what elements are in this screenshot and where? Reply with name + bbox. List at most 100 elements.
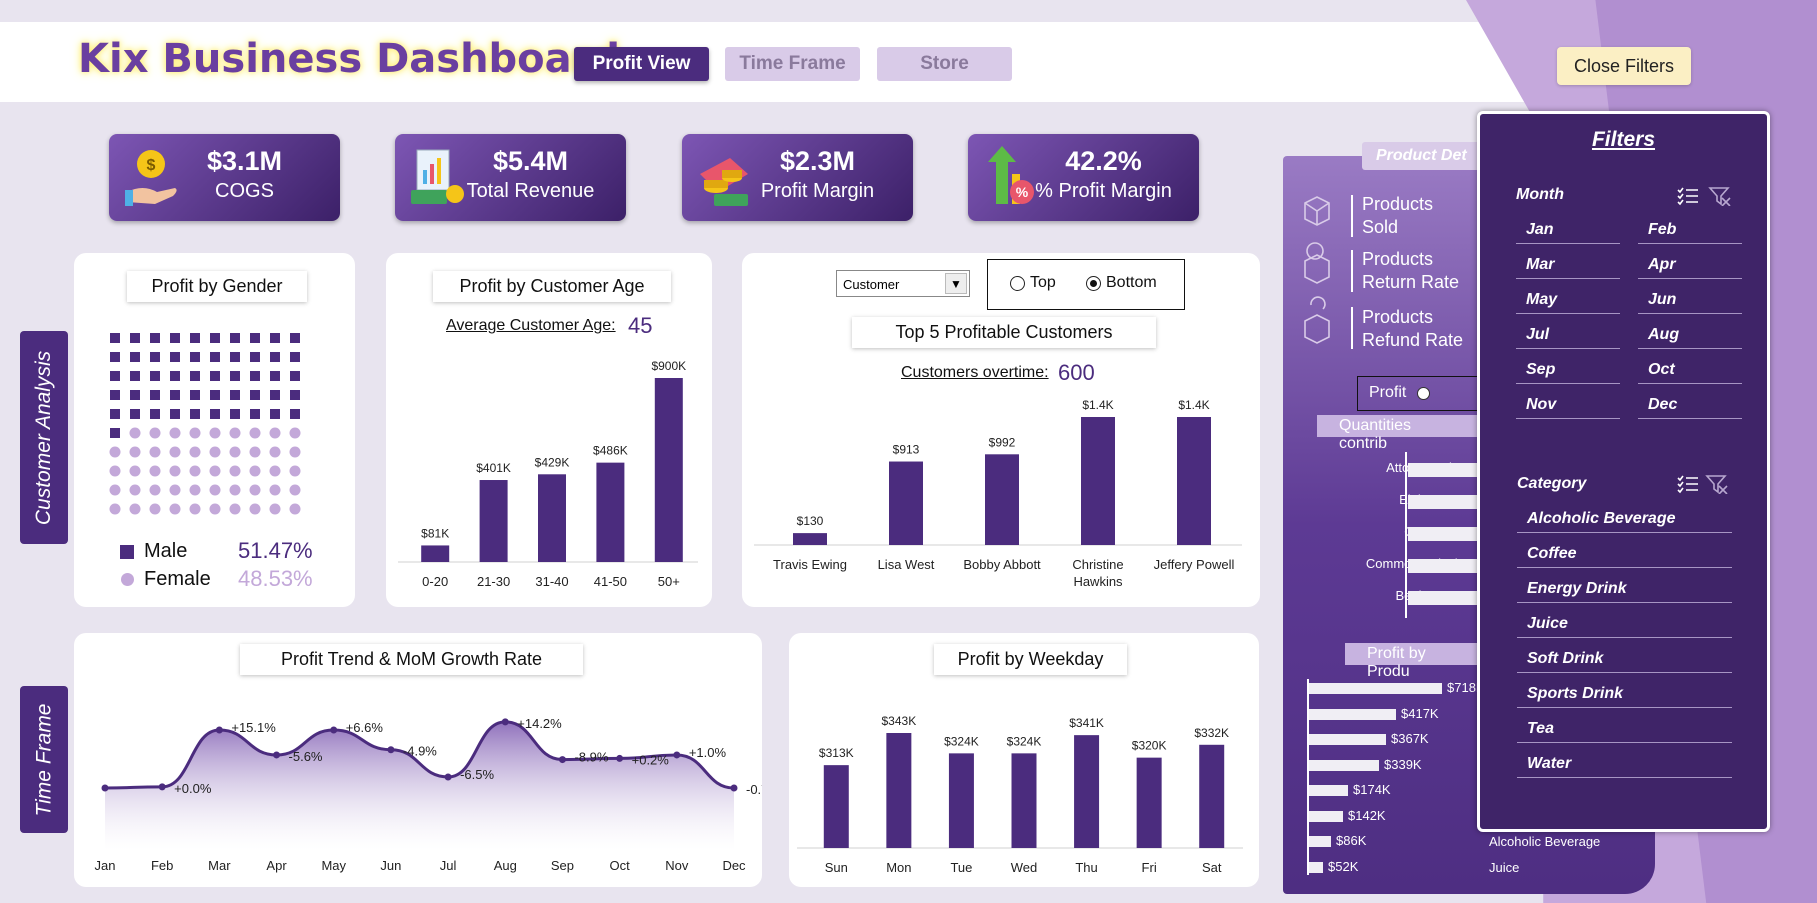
female-dot bbox=[129, 427, 141, 439]
male-square bbox=[290, 409, 300, 419]
category-filter-item[interactable]: Energy Drink bbox=[1517, 575, 1732, 603]
category-filter-item[interactable]: Coffee bbox=[1517, 540, 1732, 568]
x-axis-label: Sep bbox=[551, 858, 574, 873]
month-filter-jun[interactable]: Jun bbox=[1638, 286, 1742, 314]
male-square bbox=[130, 333, 140, 343]
bar-value-label: $343K bbox=[882, 714, 917, 728]
female-dot bbox=[249, 484, 261, 496]
radio-bottom[interactable] bbox=[1086, 276, 1101, 291]
product-details-tab[interactable]: Product Det bbox=[1362, 142, 1482, 170]
x-axis-label: Nov bbox=[665, 858, 689, 873]
male-square bbox=[170, 352, 180, 362]
category-filter-item[interactable]: Juice bbox=[1517, 610, 1732, 638]
age-chart-title: Profit by Customer Age bbox=[433, 271, 671, 302]
brand-bar bbox=[1408, 463, 1482, 477]
multi-select-icon[interactable] bbox=[1676, 474, 1700, 494]
female-dot bbox=[149, 427, 161, 439]
month-filter-jul[interactable]: Jul bbox=[1516, 321, 1620, 349]
female-dot bbox=[209, 465, 221, 477]
category-filter-label: Category bbox=[1517, 475, 1587, 492]
kpi-value: $5.4M bbox=[492, 146, 569, 176]
growth-label: +6.6% bbox=[346, 720, 384, 735]
male-square bbox=[190, 333, 200, 343]
gender-chart-title: Profit by Gender bbox=[127, 271, 307, 302]
x-axis-label: Aug bbox=[494, 858, 517, 873]
month-filter-aug[interactable]: Aug bbox=[1638, 321, 1742, 349]
male-square bbox=[210, 409, 220, 419]
month-filter-apr[interactable]: Apr bbox=[1638, 251, 1742, 279]
month-filter-mar[interactable]: Mar bbox=[1516, 251, 1620, 279]
product-name: Alcoholic Beverage bbox=[1489, 834, 1601, 849]
growth-label: -5.6% bbox=[289, 749, 323, 764]
multi-select-icon[interactable] bbox=[1676, 186, 1700, 206]
tab-time-frame[interactable]: Time Frame bbox=[725, 47, 860, 81]
bar-value-label: $401K bbox=[476, 461, 511, 475]
bar bbox=[654, 378, 683, 562]
male-square bbox=[190, 390, 200, 400]
trend-point bbox=[158, 783, 166, 791]
side-tab-customer-analysis[interactable]: Customer Analysis bbox=[20, 331, 68, 544]
category-filter-item[interactable]: Tea bbox=[1517, 715, 1732, 743]
female-dot bbox=[149, 484, 161, 496]
product-bar-value: $52K bbox=[1328, 858, 1359, 874]
avg-age-label: Average Customer Age: bbox=[446, 317, 616, 334]
month-filter-sep[interactable]: Sep bbox=[1516, 356, 1620, 384]
male-square bbox=[110, 409, 120, 419]
growth-label: +0.0% bbox=[174, 781, 212, 796]
male-square bbox=[250, 409, 260, 419]
x-axis-label: Christine bbox=[1072, 557, 1123, 572]
customer-dropdown[interactable]: Customer ▼ bbox=[836, 270, 970, 297]
month-filter-feb[interactable]: Feb bbox=[1638, 216, 1742, 244]
category-filter-item[interactable]: Soft Drink bbox=[1517, 645, 1732, 673]
category-filter-item[interactable]: Sports Drink bbox=[1517, 680, 1732, 708]
radio-top[interactable] bbox=[1010, 276, 1025, 291]
chevron-down-icon[interactable]: ▼ bbox=[945, 273, 967, 294]
x-axis-label: Mar bbox=[208, 858, 231, 873]
dashboard-title: Kix Business Dashboard bbox=[78, 36, 621, 82]
male-square bbox=[250, 371, 260, 381]
male-square bbox=[210, 371, 220, 381]
growth-label: -8.9% bbox=[574, 750, 608, 765]
trend-point bbox=[730, 784, 738, 792]
profit-radio-label: Profit bbox=[1369, 384, 1407, 401]
trend-point bbox=[101, 784, 109, 792]
divider bbox=[1351, 307, 1353, 349]
growth-label: -4.9% bbox=[403, 744, 437, 759]
bar bbox=[596, 462, 625, 562]
product-bar-value: $367K bbox=[1391, 731, 1429, 746]
x-axis-label: Jeffery Powell bbox=[1154, 557, 1235, 572]
avg-age-value: 45 bbox=[628, 313, 653, 338]
month-filter-may[interactable]: May bbox=[1516, 286, 1620, 314]
month-filter-dec[interactable]: Dec bbox=[1638, 391, 1742, 419]
product-bar-value: $86K bbox=[1336, 833, 1367, 848]
male-square bbox=[270, 390, 280, 400]
kpi-cogs: $ $3.1M COGS bbox=[109, 134, 340, 221]
male-square bbox=[110, 428, 120, 438]
growth-label: -0.7% bbox=[746, 782, 762, 797]
category-filter-item[interactable]: Water bbox=[1517, 750, 1732, 778]
clear-filter-icon[interactable] bbox=[1705, 474, 1729, 494]
profit-radio[interactable] bbox=[1417, 387, 1430, 400]
clear-filter-icon[interactable] bbox=[1708, 186, 1732, 206]
bar bbox=[479, 480, 508, 562]
x-axis-label: Jul bbox=[440, 858, 457, 873]
month-filter-jan[interactable]: Jan bbox=[1516, 216, 1620, 244]
tab-store[interactable]: Store bbox=[877, 47, 1012, 81]
female-dot bbox=[169, 427, 181, 439]
male-label: Male bbox=[144, 540, 188, 562]
product-bar-value: $339K bbox=[1384, 756, 1422, 772]
x-axis-label: Fri bbox=[1142, 860, 1157, 875]
tab-profit-view[interactable]: Profit View bbox=[574, 47, 709, 81]
male-square bbox=[190, 371, 200, 381]
category-filter-item[interactable]: Alcoholic Beverage bbox=[1517, 505, 1732, 533]
side-tab-time-frame[interactable]: Time Frame bbox=[20, 686, 68, 833]
female-dot bbox=[169, 484, 181, 496]
female-dot bbox=[209, 503, 221, 515]
male-square bbox=[210, 333, 220, 343]
brand-bar bbox=[1408, 591, 1482, 605]
month-filter-oct[interactable]: Oct bbox=[1638, 356, 1742, 384]
male-percentage: 51.47% bbox=[238, 538, 313, 563]
close-filters-button[interactable]: Close Filters bbox=[1557, 47, 1691, 85]
month-filter-nov[interactable]: Nov bbox=[1516, 391, 1620, 419]
x-axis-label: Sat bbox=[1202, 860, 1222, 875]
